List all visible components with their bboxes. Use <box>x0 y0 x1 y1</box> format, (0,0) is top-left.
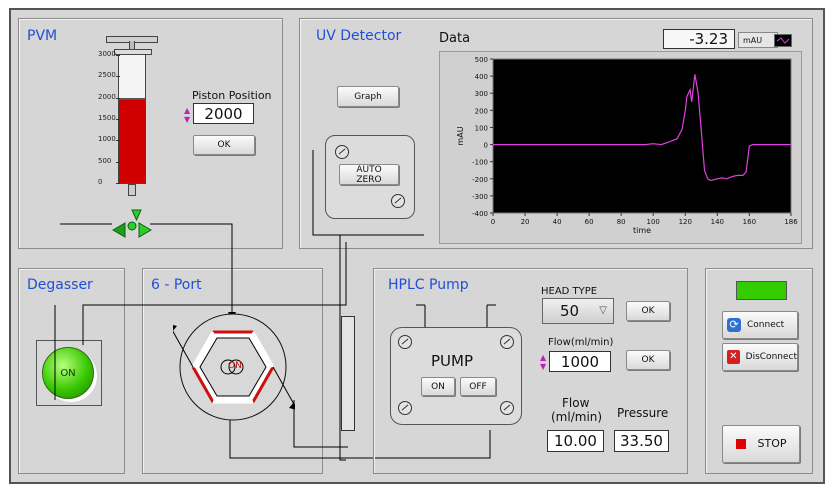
pump-screw-tl <box>398 335 412 349</box>
pump-off-button[interactable]: OFF <box>460 377 496 396</box>
disconnect-button[interactable]: ✕ DisConnect <box>722 343 798 371</box>
head-type-label: HEAD TYPE <box>541 286 598 297</box>
connect-button[interactable]: ⟳ Connect <box>722 311 798 339</box>
stop-label: STOP <box>757 437 787 450</box>
refresh-icon: ⟳ <box>727 318 741 332</box>
six-port-center-label: ON <box>228 361 242 371</box>
pressure-label: Pressure <box>617 406 669 420</box>
connection-indicator <box>736 281 787 300</box>
pressure-readout: 33.50 <box>614 430 669 452</box>
head-type-value: 50 <box>560 302 580 320</box>
flow-readout: 10.00 <box>547 430 604 452</box>
pump-screw-tr <box>500 335 514 349</box>
head-type-ok-button[interactable]: OK <box>626 301 670 321</box>
column-tube <box>341 316 355 431</box>
hplc-pump-title: HPLC Pump <box>388 277 469 293</box>
pump-screw-br <box>500 401 514 415</box>
flow-ok-button[interactable]: OK <box>626 350 670 370</box>
disconnect-label: DisConnect <box>745 352 797 362</box>
chevron-down-icon: ▽ <box>599 305 607 316</box>
close-icon: ✕ <box>727 350 740 364</box>
head-type-select[interactable]: 50 ▽ <box>542 298 614 324</box>
pump-label: PUMP <box>431 352 474 370</box>
pump-screw-bl <box>398 401 412 415</box>
flow-setpoint-input[interactable]: 1000 <box>549 351 611 372</box>
pump-body: PUMP ON OFF <box>390 327 522 425</box>
flow-stepper-arrows[interactable]: ▲ ▼ <box>540 353 548 371</box>
stop-icon <box>735 439 746 449</box>
flow-readout-label-2: (ml/min) <box>551 410 603 424</box>
stop-button[interactable]: STOP <box>722 425 800 463</box>
connect-label: Connect <box>747 320 785 330</box>
flow-readout-label-1: Flow <box>562 396 590 410</box>
flow-setpoint-label: Flow(ml/min) <box>548 337 614 348</box>
pump-on-button[interactable]: ON <box>421 377 455 396</box>
